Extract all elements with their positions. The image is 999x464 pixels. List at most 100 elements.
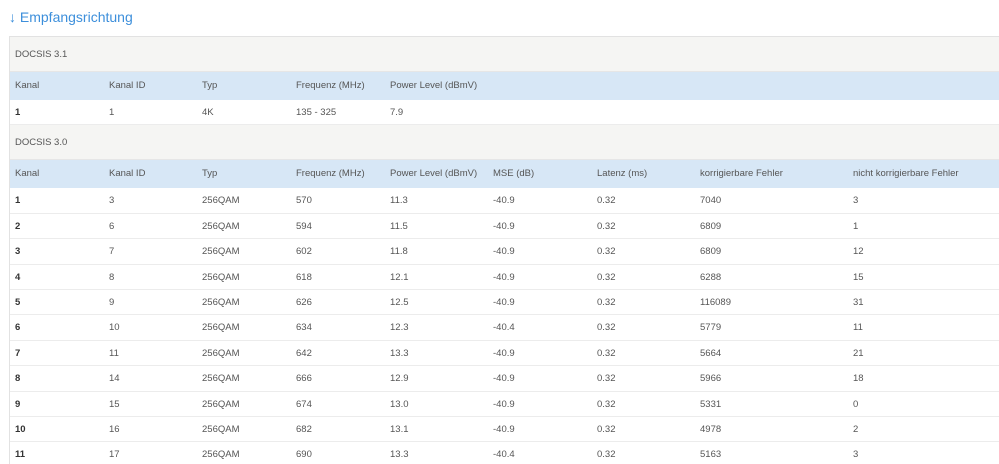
table-cell: 9 (109, 296, 115, 308)
table-cell: 256QAM (202, 246, 240, 258)
table-cell: 15 (109, 398, 120, 410)
table-cell: 21 (853, 347, 864, 359)
table-cell: 3 (853, 449, 859, 461)
table-cell: 0.32 (597, 398, 616, 410)
table-row: 1 1 4K 135 - 325 7.9 (10, 100, 999, 126)
docsis30-section-header: DOCSIS 3.0 (10, 125, 999, 161)
table-row: 7 11 256QAM 642 13.3 -40.9 0.32 5664 21 (10, 341, 999, 367)
table-cell: 4978 (700, 423, 722, 435)
channel-number: 11 (15, 449, 26, 461)
docsis30-table: Kanal Kanal ID Typ Frequenz (MHz) Power Leve… (10, 160, 999, 464)
channel-number: 5 (15, 296, 21, 308)
table-cell: 135 - 325 (296, 107, 337, 118)
table-cell: -40.9 (493, 195, 515, 207)
downstream-table: DOCSIS 3.1 Kanal Kanal ID Typ Frequenz (MHz… (9, 36, 999, 464)
column-header: Typ (202, 80, 218, 91)
table-cell: 6288 (700, 271, 722, 283)
table-row: 6 10 256QAM 634 12.3 -40.4 0.32 5779 11 (10, 315, 999, 341)
table-cell: 256QAM (202, 423, 240, 435)
table-cell: 5163 (700, 449, 722, 461)
table-cell: 0.32 (597, 347, 616, 359)
table-cell: 3 (109, 195, 115, 207)
section-title-downstream: ↓ Empfangsrichtung (9, 9, 133, 25)
table-cell: 7.9 (390, 107, 404, 118)
table-cell: 256QAM (202, 322, 240, 334)
table-cell: 18 (853, 373, 864, 385)
table-cell: 5966 (700, 373, 722, 385)
table-cell: 11 (109, 347, 119, 359)
table-cell: 3 (853, 195, 859, 207)
column-header: Kanal (15, 168, 40, 180)
table-cell: 5664 (700, 347, 722, 359)
table-cell: 13.3 (390, 347, 409, 359)
table-cell: 2 (853, 423, 859, 435)
table-row: 5 9 256QAM 626 12.5 -40.9 0.32 116089 31 (10, 290, 999, 316)
table-cell: 0.32 (597, 449, 616, 461)
table-cell: 8 (109, 271, 115, 283)
table-cell: 5779 (700, 322, 722, 334)
table-cell: 690 (296, 449, 312, 461)
table-cell: 6809 (700, 246, 722, 258)
table-cell: 0.32 (597, 373, 616, 385)
table-cell: 256QAM (202, 296, 240, 308)
table-header-row: Kanal Kanal ID Typ Frequenz (MHz) Power Leve… (10, 160, 999, 189)
docsis31-table: Kanal Kanal ID Typ Frequenz (MHz) Power Leve… (10, 72, 999, 126)
table-cell: 7 (109, 246, 115, 258)
table-cell: 13.1 (390, 423, 409, 435)
column-header: Frequenz (MHz) (296, 168, 365, 180)
table-cell: -40.9 (493, 246, 515, 258)
table-cell: 11.8 (390, 246, 408, 258)
table-cell: 12.5 (390, 296, 409, 308)
table-row: 2 6 256QAM 594 11.5 -40.9 0.32 6809 1 (10, 214, 999, 240)
table-cell: 15 (853, 271, 864, 283)
table-cell: -40.4 (493, 322, 515, 334)
table-cell: 0.32 (597, 271, 616, 283)
table-row: 3 7 256QAM 602 11.8 -40.9 0.32 6809 12 (10, 239, 999, 265)
table-row: 9 15 256QAM 674 13.0 -40.9 0.32 5331 0 (10, 392, 999, 417)
table-row: 1 3 256QAM 570 11.3 -40.9 0.32 7040 3 (10, 188, 999, 214)
channel-number: 10 (15, 423, 26, 435)
table-cell: 642 (296, 347, 312, 359)
channel-number: 1 (15, 107, 21, 118)
table-cell: -40.9 (493, 296, 515, 308)
table-row: 11 17 256QAM 690 13.3 -40.4 0.32 5163 3 (10, 442, 999, 464)
table-cell: 116089 (700, 296, 731, 308)
table-cell: 6 (109, 220, 115, 232)
table-cell: 618 (296, 271, 312, 283)
table-cell: -40.9 (493, 220, 515, 232)
table-cell: 0.32 (597, 322, 616, 334)
table-cell: 12.3 (390, 322, 409, 334)
table-cell: 1 (109, 107, 115, 118)
table-cell: 626 (296, 296, 312, 308)
table-cell: 16 (109, 423, 120, 435)
column-header: Kanal (15, 80, 40, 91)
table-cell: 10 (109, 322, 120, 334)
table-cell: 13.3 (390, 449, 409, 461)
table-cell: 674 (296, 398, 312, 410)
column-header: Typ (202, 168, 218, 180)
table-header-row: Kanal Kanal ID Typ Frequenz (MHz) Power Leve… (10, 72, 999, 100)
table-cell: 0.32 (597, 246, 616, 258)
table-cell: 0 (853, 398, 859, 410)
table-cell: -40.9 (493, 271, 515, 283)
table-cell: 4K (202, 107, 214, 118)
table-cell: -40.9 (493, 398, 515, 410)
column-header: MSE (dB) (493, 168, 535, 180)
column-header: Frequenz (MHz) (296, 80, 365, 91)
table-cell: 12.1 (390, 271, 409, 283)
table-cell: -40.9 (493, 373, 515, 385)
table-cell: -40.9 (493, 423, 515, 435)
column-header: korrigierbare Fehler (700, 168, 783, 180)
table-cell: 256QAM (202, 271, 240, 283)
table-cell: 7040 (700, 195, 722, 207)
column-header: Kanal ID (109, 80, 146, 91)
table-cell: 11.3 (390, 195, 408, 207)
table-cell: 5331 (700, 398, 722, 410)
table-cell: 6809 (700, 220, 722, 232)
channel-number: 2 (15, 220, 21, 232)
table-row: 10 16 256QAM 682 13.1 -40.9 0.32 4978 2 (10, 417, 999, 443)
table-cell: 682 (296, 423, 312, 435)
column-header: nicht korrigierbare Fehler (853, 168, 959, 180)
column-header: Power Level (dBmV) (390, 168, 478, 180)
table-cell: 13.0 (390, 398, 409, 410)
